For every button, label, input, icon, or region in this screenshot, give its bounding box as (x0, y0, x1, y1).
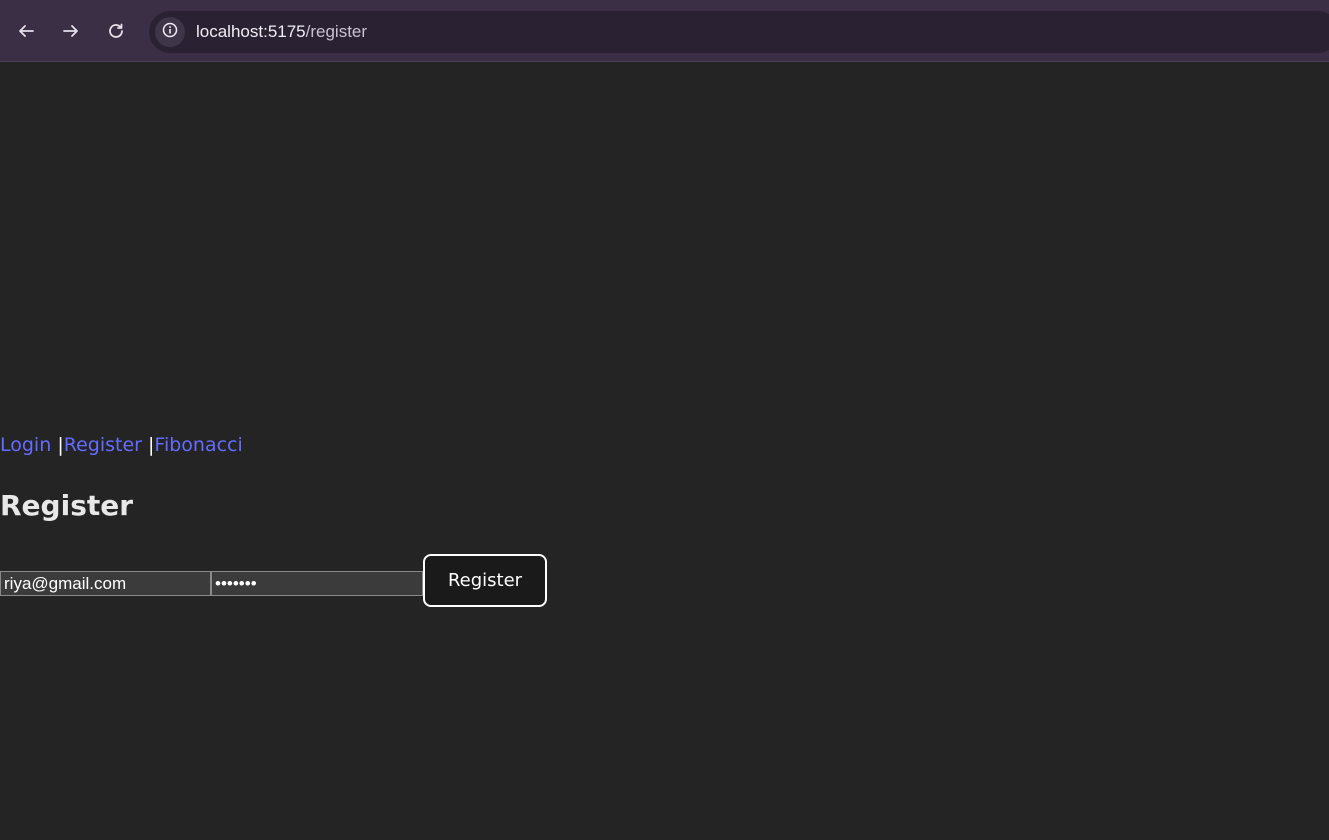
nav-link-register[interactable]: Register (64, 434, 142, 456)
page-content: Login |Register |Fibonacci Register Regi… (0, 62, 1329, 840)
site-info-button[interactable] (155, 17, 185, 47)
nav-link-login[interactable]: Login (0, 434, 51, 456)
back-button[interactable] (12, 17, 40, 45)
address-bar[interactable]: localhost:5175/register (149, 11, 1329, 53)
forward-button[interactable] (57, 17, 85, 45)
reload-button[interactable] (102, 17, 130, 45)
reload-icon (107, 22, 125, 40)
register-button[interactable]: Register (423, 554, 547, 607)
arrow-left-icon (17, 22, 35, 40)
nav-link-fibonacci[interactable]: Fibonacci (154, 434, 242, 456)
page-title: Register (0, 489, 134, 522)
browser-toolbar: localhost:5175/register (0, 0, 1329, 62)
password-field[interactable] (211, 571, 423, 596)
arrow-right-icon (62, 22, 80, 40)
email-field[interactable] (0, 571, 211, 596)
url-text[interactable]: localhost:5175/register (196, 22, 367, 42)
info-icon (162, 22, 178, 42)
url-path: /register (305, 22, 368, 41)
nav-links: Login |Register |Fibonacci (0, 434, 243, 456)
url-host: localhost:5175 (196, 22, 306, 41)
